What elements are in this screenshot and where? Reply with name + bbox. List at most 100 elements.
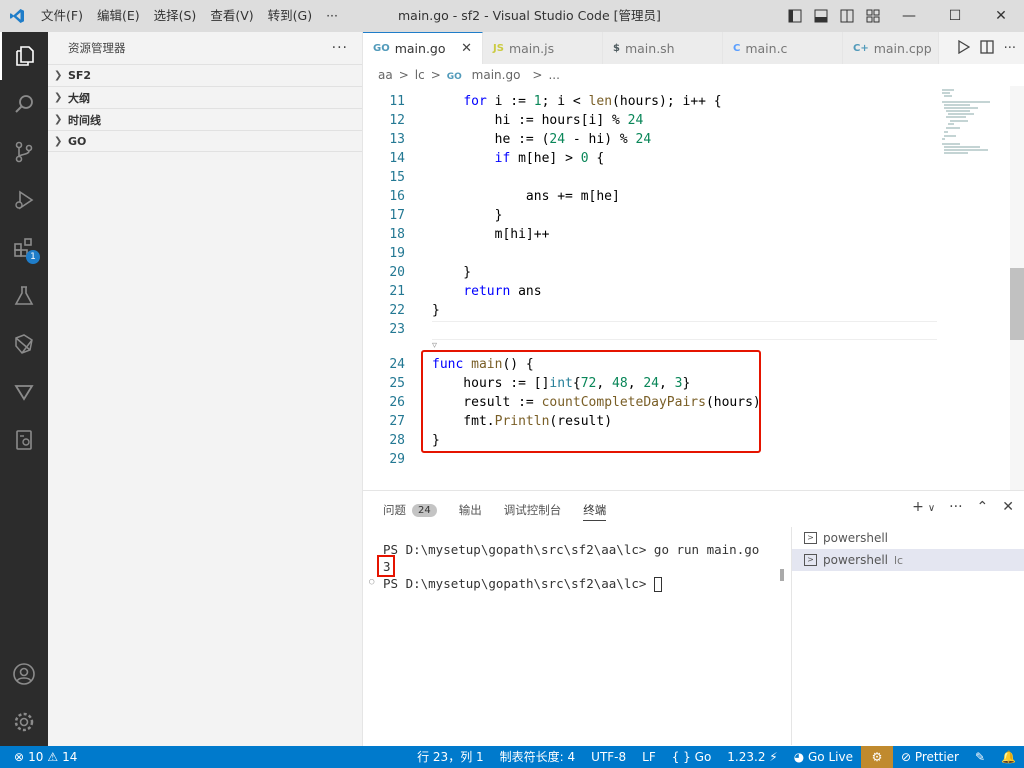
menu-edit[interactable]: 编辑(E) bbox=[90, 0, 147, 32]
terminal-scrollbar[interactable] bbox=[780, 569, 784, 581]
more-icon[interactable]: ··· bbox=[949, 499, 962, 519]
terminal-item[interactable]: > powershell bbox=[792, 527, 1024, 549]
sidebar-more-actions-icon[interactable]: ··· bbox=[332, 40, 348, 56]
menu-bar: 文件(F) 编辑(E) 选择(S) 查看(V) 转到(G) ··· bbox=[34, 0, 345, 32]
line-number: 28 bbox=[389, 433, 405, 448]
terminal-icon: > bbox=[804, 532, 817, 544]
minimize-icon[interactable]: — bbox=[886, 0, 932, 32]
code-line[interactable]: 16 ans += m[he] bbox=[363, 187, 938, 206]
tab-main-c[interactable]: C main.c bbox=[723, 32, 843, 64]
gopher-icon[interactable]: ⚙ bbox=[860, 746, 893, 768]
chevron-right-icon: ❯ bbox=[54, 70, 63, 81]
problems-status[interactable]: ⊗ 10 ⚠ 14 bbox=[0, 750, 77, 764]
menu-goto[interactable]: 转到(G) bbox=[261, 0, 319, 32]
close-panel-icon[interactable]: ✕ bbox=[1002, 499, 1014, 519]
section-timeline[interactable]: ❯ 时间线 bbox=[48, 108, 362, 130]
close-window-icon[interactable]: ✕ bbox=[978, 0, 1024, 32]
testing-icon[interactable] bbox=[0, 272, 48, 320]
menu-selection[interactable]: 选择(S) bbox=[147, 0, 204, 32]
section-outline[interactable]: ❯ 大纲 bbox=[48, 86, 362, 108]
tab-main-sh[interactable]: $ main.sh bbox=[603, 32, 723, 64]
notifications-bell-icon[interactable]: 🔔 bbox=[993, 746, 1024, 768]
accounts-feedback-icon[interactable]: ✎ bbox=[967, 746, 993, 768]
code-line[interactable]: 11 for i := 1; i < len(hours); i++ { bbox=[363, 92, 938, 111]
line-number: 27 bbox=[389, 414, 405, 429]
code-line[interactable]: 19 bbox=[363, 244, 938, 263]
terminal-list: > powershell > powershell lc bbox=[792, 527, 1024, 571]
encoding[interactable]: UTF-8 bbox=[583, 746, 634, 768]
chevron-down-icon[interactable]: ∨ bbox=[928, 499, 935, 519]
code-line[interactable]: 21 return ans bbox=[363, 282, 938, 301]
source-control-icon[interactable] bbox=[0, 128, 48, 176]
accounts-icon[interactable] bbox=[0, 650, 48, 698]
code-line[interactable]: 22} bbox=[363, 301, 938, 320]
more-actions-icon[interactable]: ··· bbox=[1004, 41, 1016, 56]
menu-view[interactable]: 查看(V) bbox=[203, 0, 260, 32]
close-tab-icon[interactable]: ✕ bbox=[461, 41, 472, 56]
run-debug-icon[interactable] bbox=[0, 176, 48, 224]
go-test-icon[interactable] bbox=[0, 368, 48, 416]
maximize-icon[interactable]: ☐ bbox=[932, 0, 978, 32]
breadcrumb-lc[interactable]: lc bbox=[415, 68, 425, 82]
error-icon: ⊗ bbox=[14, 750, 25, 764]
code-text: ans += m[he] bbox=[432, 189, 620, 204]
line-number: 12 bbox=[389, 113, 405, 128]
new-terminal-icon[interactable]: + bbox=[912, 499, 924, 519]
language-mode[interactable]: { } Go bbox=[664, 746, 720, 768]
toggle-secondary-sidebar-icon[interactable] bbox=[838, 7, 856, 25]
problems-count-badge: 24 bbox=[412, 503, 437, 517]
line-number: 24 bbox=[389, 357, 405, 372]
toggle-panel-icon[interactable] bbox=[812, 7, 830, 25]
code-line[interactable]: 13 he := (24 - hi) % 24 bbox=[363, 130, 938, 149]
tab-size[interactable]: 制表符长度: 4 bbox=[492, 746, 584, 768]
breadcrumb-separator: > bbox=[532, 68, 543, 82]
line-number: 16 bbox=[389, 189, 405, 204]
section-sf2[interactable]: ❯ SF2 bbox=[48, 64, 362, 86]
title-bar: 文件(F) 编辑(E) 选择(S) 查看(V) 转到(G) ··· main.g… bbox=[0, 0, 1024, 32]
maximize-panel-icon[interactable]: ⌃ bbox=[977, 499, 989, 519]
line-number: 15 bbox=[389, 170, 405, 185]
tab-main-cpp[interactable]: C+ main.cpp bbox=[843, 32, 939, 64]
command-decoration-icon[interactable]: ○ bbox=[369, 577, 374, 587]
breadcrumb-file[interactable]: GO main.go bbox=[447, 68, 527, 82]
toggle-primary-sidebar-icon[interactable] bbox=[786, 7, 804, 25]
explorer-icon[interactable] bbox=[0, 32, 48, 80]
tab-terminal[interactable]: 终端 bbox=[583, 491, 607, 529]
split-editor-icon[interactable] bbox=[979, 39, 994, 57]
go-version[interactable]: 1.23.2 ⚡ bbox=[719, 746, 785, 768]
minimap[interactable] bbox=[940, 86, 1010, 226]
code-line[interactable]: 14 if m[he] > 0 { bbox=[363, 149, 938, 168]
tab-output[interactable]: 输出 bbox=[459, 491, 482, 529]
menu-file[interactable]: 文件(F) bbox=[34, 0, 90, 32]
terminal-item[interactable]: > powershell lc bbox=[792, 549, 1024, 571]
extensions-icon[interactable]: 1 bbox=[0, 224, 48, 272]
breadcrumb-aa[interactable]: aa bbox=[378, 68, 393, 82]
tab-problems[interactable]: 问题 24 bbox=[383, 491, 437, 529]
breadcrumb-symbol[interactable]: ... bbox=[548, 68, 559, 82]
settings-gear-icon[interactable] bbox=[0, 698, 48, 746]
editor-scrollbar-thumb[interactable] bbox=[1010, 268, 1024, 340]
section-go[interactable]: ❯ GO bbox=[48, 130, 362, 152]
end-of-line[interactable]: LF bbox=[634, 746, 664, 768]
code-line[interactable]: 15 bbox=[363, 168, 938, 187]
code-line[interactable]: 18 m[hi]++ bbox=[363, 225, 938, 244]
docker-icon[interactable] bbox=[0, 416, 48, 464]
current-line-highlight bbox=[432, 321, 937, 340]
shell-file-icon: $ bbox=[613, 42, 620, 54]
menu-more[interactable]: ··· bbox=[319, 0, 345, 32]
terminal-output[interactable]: PS D:\mysetup\gopath\src\sf2\aa\lc> go r… bbox=[363, 539, 791, 739]
customize-layout-icon[interactable] bbox=[864, 7, 882, 25]
remote-explorer-icon[interactable] bbox=[0, 320, 48, 368]
search-icon[interactable] bbox=[0, 80, 48, 128]
code-line[interactable]: 20 } bbox=[363, 263, 938, 282]
code-line[interactable]: 17 } bbox=[363, 206, 938, 225]
tab-main-go[interactable]: GO main.go ✕ bbox=[363, 32, 483, 64]
go-live-button[interactable]: ◕ Go Live bbox=[786, 746, 861, 768]
code-line[interactable]: 12 hi := hours[i] % 24 bbox=[363, 111, 938, 130]
c-file-icon: C bbox=[733, 42, 741, 54]
run-file-icon[interactable] bbox=[957, 39, 970, 57]
tab-main-js[interactable]: JS main.js bbox=[483, 32, 603, 64]
tab-debug-console[interactable]: 调试控制台 bbox=[504, 491, 562, 529]
prettier-button[interactable]: ⊘ Prettier bbox=[893, 746, 967, 768]
cursor-position[interactable]: 行 23，列 1 bbox=[409, 746, 492, 768]
